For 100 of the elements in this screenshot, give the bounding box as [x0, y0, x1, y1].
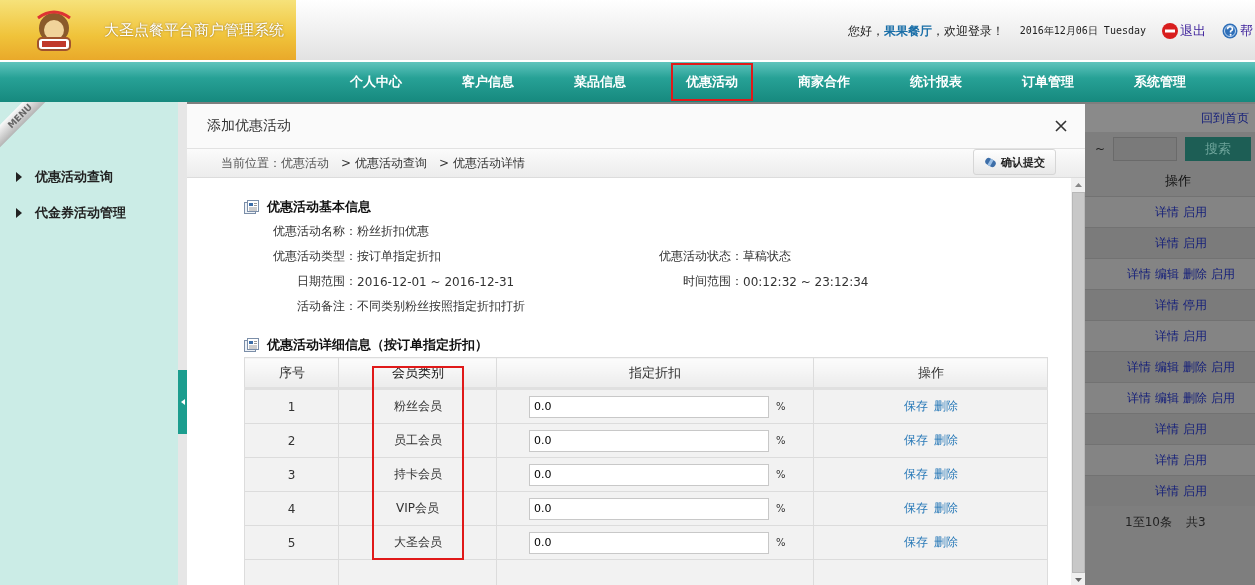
- close-button[interactable]: [1053, 118, 1069, 134]
- action-link[interactable]: 保存: [903, 535, 928, 549]
- breadcrumb-item[interactable]: > 优惠活动查询: [341, 154, 427, 172]
- nav-item[interactable]: 个人中心: [335, 63, 417, 101]
- action-link[interactable]: 详情: [1155, 203, 1179, 221]
- close-icon: [1055, 120, 1067, 132]
- field-value: 粉丝折扣优惠: [357, 223, 430, 240]
- nav-item[interactable]: 优惠活动: [671, 63, 753, 101]
- nav-item[interactable]: 统计报表: [895, 63, 977, 101]
- breadcrumb-item[interactable]: 当前位置：优惠活动: [221, 154, 329, 172]
- table-cell: 粉丝会员: [338, 388, 497, 424]
- collapse-button[interactable]: [178, 370, 187, 434]
- document-icon: [244, 200, 259, 214]
- minus-circle-icon: [1162, 23, 1178, 39]
- help-link[interactable]: 帮: [1222, 22, 1253, 40]
- field-label: 活动备注：: [296, 298, 357, 315]
- discount-field[interactable]: 0.0: [529, 463, 769, 486]
- action-link[interactable]: 启用: [1183, 451, 1207, 469]
- action-link[interactable]: 启用: [1183, 327, 1207, 345]
- unit-label: %: [776, 401, 786, 412]
- dialog-title: 添加优惠活动: [207, 117, 291, 135]
- action-link[interactable]: 启用: [1211, 358, 1235, 376]
- action-link[interactable]: 删除: [933, 399, 958, 413]
- arrow-down-icon: [1074, 578, 1082, 582]
- caret-left-icon: [180, 399, 185, 405]
- unit-label: %: [776, 537, 786, 548]
- field-value: 00:12:32 ~ 23:12:34: [743, 274, 870, 289]
- sidebar-item[interactable]: 代金券活动管理: [16, 204, 178, 222]
- section-title: 优惠活动基本信息: [267, 198, 371, 216]
- action-link[interactable]: 保存: [903, 501, 928, 515]
- action-link[interactable]: 详情: [1127, 265, 1151, 283]
- action-link[interactable]: 删除: [933, 467, 958, 481]
- action-link[interactable]: 详情: [1127, 389, 1151, 407]
- field-label: 优惠活动状态：: [659, 248, 743, 265]
- discount-field[interactable]: 0.0: [529, 531, 769, 554]
- search-button[interactable]: 搜索: [1185, 137, 1252, 161]
- table-cell: 1: [244, 388, 339, 424]
- table-cell: 大圣会员: [338, 525, 497, 560]
- discount-field[interactable]: 0.0: [529, 395, 769, 418]
- field-value: 按订单指定折扣: [357, 248, 442, 265]
- action-link[interactable]: 保存: [903, 399, 928, 413]
- action-link[interactable]: 保存: [903, 433, 928, 447]
- triangle-right-icon: [16, 172, 22, 182]
- field-label: 优惠活动名称：: [272, 223, 357, 240]
- discount-field[interactable]: 0.0: [529, 429, 769, 452]
- logout-link[interactable]: 退出: [1162, 22, 1206, 40]
- action-link[interactable]: 停用: [1183, 296, 1207, 314]
- capsule-icon: [984, 156, 997, 168]
- action-link[interactable]: 启用: [1183, 420, 1207, 438]
- action-link[interactable]: 详情: [1155, 234, 1179, 252]
- table-cell: 员工会员: [338, 423, 497, 458]
- document-icon: [244, 338, 259, 352]
- action-link[interactable]: 启用: [1183, 203, 1207, 221]
- action-link[interactable]: 详情: [1127, 358, 1151, 376]
- pagination-text: 1至10条: [1125, 513, 1172, 531]
- table-cell: 2: [244, 423, 339, 458]
- action-link[interactable]: 详情: [1155, 296, 1179, 314]
- action-link[interactable]: 删除: [1183, 358, 1207, 376]
- unit-label: %: [776, 503, 786, 514]
- action-link[interactable]: 编辑: [1155, 389, 1179, 407]
- nav-item[interactable]: 菜品信息: [559, 63, 641, 101]
- field-value: 草稿状态: [743, 248, 792, 265]
- action-link[interactable]: 保存: [903, 467, 928, 481]
- action-link[interactable]: 编辑: [1155, 358, 1179, 376]
- action-link[interactable]: 启用: [1211, 265, 1235, 283]
- site-title: 大圣点餐平台商户管理系统: [104, 20, 284, 40]
- nav-item[interactable]: 客户信息: [447, 63, 529, 101]
- field-value: 不同类别粉丝按照指定折扣打折: [357, 298, 526, 315]
- action-link[interactable]: 删除: [933, 501, 958, 515]
- field-value: 2016-12-01 ~ 2016-12-31: [357, 274, 516, 289]
- breadcrumb-item[interactable]: > 优惠活动详情: [438, 154, 525, 172]
- action-link[interactable]: 详情: [1155, 451, 1179, 469]
- pagination-text: 共3: [1185, 513, 1206, 531]
- nav-item[interactable]: 订单管理: [1007, 63, 1089, 101]
- nav-item[interactable]: 商家合作: [783, 63, 865, 101]
- field-label: 时间范围：: [682, 273, 743, 290]
- section-title: 优惠活动详细信息（按订单指定折扣）: [267, 336, 488, 354]
- action-link[interactable]: 详情: [1155, 482, 1179, 500]
- greeting-text: 您好，果果餐厅，欢迎登录！: [847, 22, 1004, 40]
- table-cell: 3: [244, 457, 339, 492]
- sidebar-item[interactable]: 优惠活动查询: [16, 168, 178, 186]
- action-link[interactable]: 启用: [1183, 234, 1207, 252]
- question-circle-icon: [1222, 23, 1238, 39]
- discount-field[interactable]: 0.0: [529, 497, 769, 520]
- action-link[interactable]: 删除: [1183, 389, 1207, 407]
- action-link[interactable]: 启用: [1183, 482, 1207, 500]
- table-cell: VIP会员: [338, 491, 497, 526]
- home-link[interactable]: 回到首页: [1201, 109, 1249, 127]
- action-link[interactable]: 删除: [933, 433, 958, 447]
- field-label: 日期范围：: [296, 273, 357, 290]
- column-header: 操作: [813, 357, 1048, 389]
- nav-item[interactable]: 系统管理: [1119, 63, 1201, 101]
- action-link[interactable]: 删除: [933, 535, 958, 549]
- action-link[interactable]: 编辑: [1155, 265, 1179, 283]
- action-link[interactable]: 详情: [1155, 420, 1179, 438]
- action-link[interactable]: 启用: [1211, 389, 1235, 407]
- unit-label: %: [776, 435, 786, 446]
- action-link[interactable]: 详情: [1155, 327, 1179, 345]
- action-link[interactable]: 删除: [1183, 265, 1207, 283]
- submit-button[interactable]: 确认提交: [973, 149, 1056, 175]
